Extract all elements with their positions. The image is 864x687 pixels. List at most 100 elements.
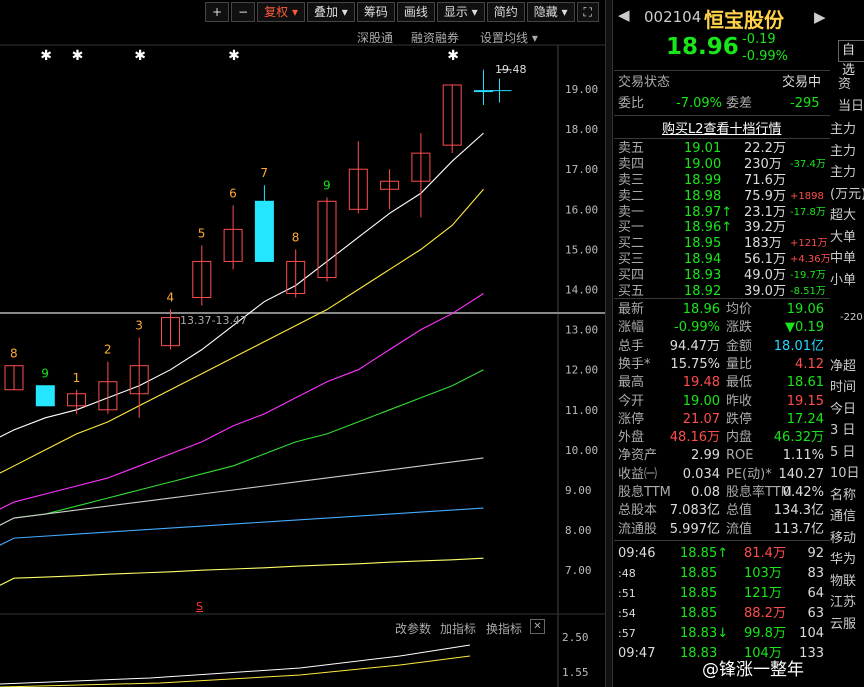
stat-row: 涨幅 -0.99% 涨跌 ▼0.19	[618, 320, 824, 336]
star-marker: ✱	[72, 48, 84, 64]
toolbar-button[interactable]: 简约	[486, 2, 525, 22]
yaxis-tick: 11.00	[565, 404, 598, 417]
watermark: @锋涨一整年	[702, 660, 804, 680]
td-count: 4	[167, 291, 175, 305]
stat-row: 外盘 48.16万 内盘 46.32万	[618, 430, 824, 446]
toolbar-button[interactable]: 显示 ▾	[436, 2, 485, 22]
link-ma-settings[interactable]: 设置均线 ▾	[480, 29, 538, 46]
yaxis-tick: 12.00	[565, 364, 598, 377]
link-margin[interactable]: 融资融券	[411, 29, 459, 46]
indicator-close-button[interactable]: ✕	[530, 619, 545, 634]
indicator-line	[0, 655, 471, 687]
last-price: 18.96	[666, 34, 739, 60]
side-label: 大单	[830, 229, 857, 245]
stat-row: 总股本 7.083亿 总值 134.3亿	[618, 503, 824, 519]
side-label: 今日	[830, 401, 857, 417]
indicator-line	[0, 644, 471, 685]
side-label: 物联	[830, 573, 857, 589]
side-label: 超大	[830, 208, 857, 223]
yaxis-tick: 16.00	[565, 203, 598, 216]
indicator-tick: 1.55	[562, 666, 589, 679]
ma-line	[0, 507, 484, 546]
toolbar-button[interactable]: 画线	[396, 2, 435, 22]
prev-stock-icon[interactable]: ◀	[618, 6, 630, 24]
ma-line	[0, 557, 484, 586]
side-label: 中单	[830, 251, 857, 266]
stock-code: 002104	[644, 8, 702, 26]
td-count: 8	[10, 347, 18, 361]
indicator-add-link[interactable]: 加指标	[440, 620, 476, 637]
stat-row: 股息TTM 0.08 股息率TTM 0.42%	[618, 485, 824, 500]
yaxis-tick: 7.00	[565, 564, 592, 577]
candle-body	[35, 385, 55, 407]
signal-marker: S	[196, 600, 203, 613]
td-count: 1	[73, 371, 81, 385]
yaxis-tick: 17.00	[565, 163, 598, 176]
side-label: 主力	[830, 122, 857, 137]
price-change-pct: -0.99%	[742, 49, 788, 64]
side-label: 移动	[830, 530, 857, 546]
stat-row: 总手 94.47万 金额 18.01亿	[618, 338, 824, 354]
side-label: 10日	[830, 466, 860, 481]
next-stock-icon[interactable]: ▶	[814, 8, 826, 26]
side-label: 通信	[830, 509, 857, 524]
star-marker: ✱	[228, 48, 240, 64]
side-label: 净超	[830, 358, 857, 374]
side-label: (万元)	[830, 186, 864, 202]
status-row: 交易状态 交易中	[618, 75, 822, 90]
side-label: 云服	[830, 616, 857, 632]
stat-row: 涨停 21.07 跌停 17.24	[618, 411, 824, 427]
favorite-button[interactable]: 自选	[838, 40, 864, 78]
side-label: 5 日	[830, 444, 856, 460]
price-change: -0.19	[742, 32, 776, 47]
side-label: 主力	[830, 165, 857, 180]
toolbar-button[interactable]: +	[205, 2, 230, 22]
td-count: 3	[135, 319, 143, 333]
indicator-param-link[interactable]: 改参数	[395, 620, 431, 637]
stat-row: 今开 19.00 昨收 19.15	[618, 393, 824, 409]
stat-row: 换手* 15.75% 量比 4.12	[618, 356, 824, 372]
td-count: 9	[323, 178, 331, 192]
stat-row: 净资产 2.99 ROE 1.11%	[618, 448, 824, 464]
side-label: 主力	[830, 143, 857, 159]
toolbar-button[interactable]: ⛶	[576, 2, 599, 22]
side-tab[interactable]: 资	[838, 73, 864, 92]
yaxis-tick: 14.00	[565, 284, 598, 297]
kline-chart[interactable]: 19.0018.0017.0016.0015.0014.0013.0012.00…	[0, 0, 605, 687]
side-label: 江苏	[830, 595, 857, 610]
yaxis-tick: 8.00	[565, 524, 592, 537]
stat-row: 最新 18.96 均价 19.06	[618, 302, 824, 317]
stat-row: 流通股 5.997亿 流值 113.7亿	[618, 521, 824, 537]
range-label: 13.37-13.47	[180, 314, 247, 327]
star-marker: ✱	[447, 48, 459, 64]
tick-row: :54 18.85 88.2万 63	[618, 606, 824, 621]
toolbar-button[interactable]: 筹码	[356, 2, 395, 22]
yaxis-tick: 10.00	[565, 444, 598, 457]
high-price-tag: 19.48	[495, 63, 527, 76]
toolbar-button[interactable]: −	[231, 2, 256, 22]
star-marker: ✱	[40, 48, 52, 64]
link-sgt[interactable]: 深股通	[357, 29, 393, 46]
indicator-switch-link[interactable]: 换指标	[486, 620, 522, 637]
ma-line	[0, 132, 484, 438]
order-ratio-row: 委比 -7.09% 委差 -295	[618, 96, 820, 111]
ma-line	[0, 457, 484, 526]
star-marker: ✱	[134, 48, 146, 64]
tick-row: 09:46 18.85↑ 81.4万 92	[618, 546, 824, 561]
toolbar-button[interactable]: 叠加 ▾	[306, 2, 355, 22]
tick-row: :48 18.85 103万 83	[618, 566, 824, 581]
side-tab[interactable]: 当日	[838, 95, 864, 114]
yaxis-tick: 13.00	[565, 324, 598, 337]
td-count: 9	[41, 367, 49, 381]
td-count: 8	[292, 230, 300, 244]
yaxis-tick: 19.00	[565, 83, 598, 96]
side-label: 3 日	[830, 423, 856, 438]
indicator-tick: 2.50	[562, 631, 589, 644]
tick-row: :51 18.85 121万 64	[618, 586, 824, 601]
chart-toolbar: + − 复权 ▾ 叠加 ▾ 筹码 画线 显示 ▾ 简约 隐藏 ▾ ⛶	[205, 2, 599, 22]
toolbar-button[interactable]: 隐藏 ▾	[526, 2, 575, 22]
yaxis-tick: 9.00	[565, 484, 592, 497]
l2-upgrade-link[interactable]: 购买L2查看十档行情	[662, 118, 782, 137]
panel-splitter[interactable]	[605, 0, 613, 687]
toolbar-button[interactable]: 复权 ▾	[257, 2, 305, 22]
